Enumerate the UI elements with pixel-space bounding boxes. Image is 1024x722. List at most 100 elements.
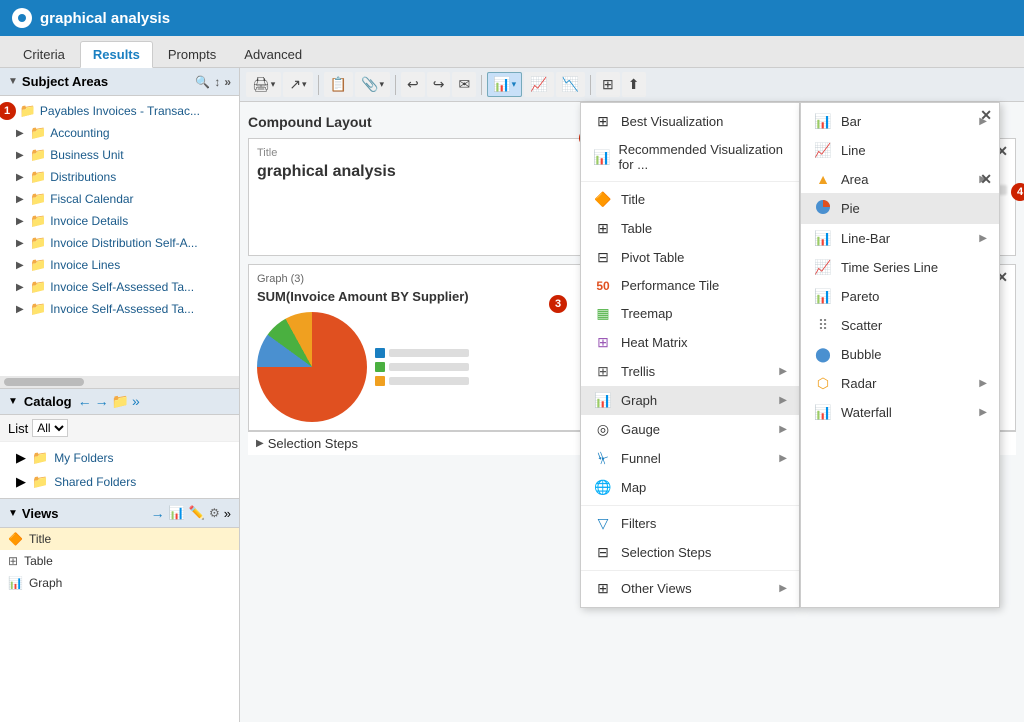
tree-item-distributions[interactable]: ▶ 📁 Distributions bbox=[0, 166, 239, 188]
dropdown-item-graph[interactable]: 📊 Graph ▶ bbox=[581, 386, 799, 415]
catalog-item-shared[interactable]: ▶ 📁 Shared Folders bbox=[0, 470, 239, 494]
submenu-linebar[interactable]: 📊 Line-Bar ▶ bbox=[801, 224, 999, 253]
selection-steps-label: Selection Steps bbox=[268, 436, 358, 451]
views-expand-icon[interactable]: » bbox=[224, 506, 231, 521]
expand-sel-steps[interactable]: ▶ bbox=[256, 438, 264, 449]
timeseries-icon: 📈 bbox=[813, 259, 833, 276]
graph-arrow-icon: ▶ bbox=[779, 395, 787, 406]
print-button[interactable]: 🖨▾ bbox=[246, 72, 281, 97]
tab-prompts[interactable]: Prompts bbox=[155, 41, 229, 67]
views-more-icon[interactable]: ⚙ bbox=[209, 506, 220, 520]
accounting-label: Accounting bbox=[50, 126, 109, 140]
best-vis-icon: ⊞ bbox=[593, 113, 613, 130]
tab-results[interactable]: Results bbox=[80, 41, 153, 68]
email-button[interactable]: ✉ bbox=[452, 72, 476, 97]
catalog-expand-icon[interactable]: » bbox=[132, 393, 140, 410]
tree-item-business-unit[interactable]: ▶ 📁 Business Unit bbox=[0, 144, 239, 166]
submenu-bar[interactable]: 📊 Bar ▶ bbox=[801, 107, 999, 136]
tree-item-inv-self2[interactable]: ▶ 📁 Invoice Self-Assessed Ta... bbox=[0, 298, 239, 320]
pareto-label: Pareto bbox=[841, 289, 879, 304]
submenu-line[interactable]: 📈 Line bbox=[801, 136, 999, 165]
subject-scrollbar[interactable] bbox=[0, 376, 239, 388]
catalog-back-icon[interactable]: ← bbox=[78, 393, 92, 410]
submenu-pie[interactable]: Pie bbox=[801, 193, 999, 224]
submenu-radar[interactable]: ⬡ Radar ▶ bbox=[801, 369, 999, 398]
tree-item-inv-self1[interactable]: ▶ 📁 Invoice Self-Assessed Ta... bbox=[0, 276, 239, 298]
submenu-close-2[interactable]: ✕ bbox=[977, 171, 995, 188]
dropdown-item-pivot[interactable]: ⊟ Pivot Table bbox=[581, 243, 799, 272]
dropdown-item-other[interactable]: ⊞ Other Views ▶ bbox=[581, 574, 799, 603]
dropdown-item-heat[interactable]: ⊞ Heat Matrix bbox=[581, 328, 799, 357]
dropdown-item-trellis[interactable]: ⊞ Trellis ▶ bbox=[581, 357, 799, 386]
chart-btn3[interactable]: 📉 bbox=[556, 72, 585, 97]
catalog-item-myfolders[interactable]: ▶ 📁 My Folders bbox=[0, 446, 239, 470]
collapse-catalog-icon[interactable]: ▼ bbox=[8, 396, 18, 407]
expand-subject-icon[interactable]: » bbox=[224, 75, 231, 89]
app-title: graphical analysis bbox=[40, 10, 170, 27]
views-item-graph[interactable]: 📊 Graph bbox=[0, 572, 239, 594]
badge-4: 4 bbox=[1011, 183, 1024, 201]
tree-item-fiscal[interactable]: ▶ 📁 Fiscal Calendar bbox=[0, 188, 239, 210]
tree-item-inv-lines[interactable]: ▶ 📁 Invoice Lines bbox=[0, 254, 239, 276]
redo-button[interactable]: ↪ bbox=[427, 72, 451, 97]
add-view-dropdown[interactable]: 📎▾ bbox=[355, 72, 390, 97]
title-view-label: Title bbox=[29, 532, 51, 546]
dropdown-item-title[interactable]: 🔶 Title bbox=[581, 185, 799, 214]
chart-type-button[interactable]: 📊▾ bbox=[487, 72, 522, 97]
catalog-filter-select[interactable]: All bbox=[32, 419, 68, 437]
legend-text-1 bbox=[389, 349, 469, 357]
dropdown-item-recommended[interactable]: 📊 Recommended Visualization for ... bbox=[581, 136, 799, 178]
catalog-forward-icon[interactable]: → bbox=[95, 393, 109, 410]
refresh-button[interactable]: 📋 bbox=[324, 72, 353, 97]
submenu-area[interactable]: ▲ Area ▶ bbox=[801, 165, 999, 193]
views-item-table[interactable]: ⊞ Table bbox=[0, 550, 239, 572]
submenu-waterfall[interactable]: 📊 Waterfall ▶ bbox=[801, 398, 999, 427]
graph-view-icon: 📊 bbox=[8, 576, 23, 590]
dropdown-perf-icon: 50 bbox=[593, 279, 613, 293]
dropdown-item-best-vis[interactable]: ⊞ Best Visualization bbox=[581, 107, 799, 136]
undo-button[interactable]: ↩ bbox=[401, 72, 425, 97]
submenu-pareto[interactable]: 📊 Pareto bbox=[801, 282, 999, 311]
submenu-close-1[interactable]: ✕ bbox=[977, 107, 995, 124]
collapse-subject-icon[interactable]: ▼ bbox=[8, 76, 18, 87]
dropdown-item-table[interactable]: ⊞ Table bbox=[581, 214, 799, 243]
tree-item-inv-dist[interactable]: ▶ 📁 Invoice Distribution Self-A... bbox=[0, 232, 239, 254]
tab-advanced[interactable]: Advanced bbox=[231, 41, 315, 67]
dropdown-gauge-label: Gauge bbox=[621, 422, 660, 437]
search-subject-icon[interactable]: 🔍 bbox=[195, 75, 210, 89]
submenu-timeseries[interactable]: 📈 Time Series Line bbox=[801, 253, 999, 282]
views-add-icon[interactable]: → bbox=[151, 505, 165, 521]
submenu-bubble[interactable]: ⬤ Bubble bbox=[801, 340, 999, 369]
views-edit-icon[interactable]: ✏️ bbox=[189, 505, 205, 521]
tree-item-invoice-details[interactable]: ▶ 📁 Invoice Details bbox=[0, 210, 239, 232]
graph-submenu: ✕ 📊 Bar ▶ 📈 Line ▲ Area ▶ bbox=[800, 102, 1000, 608]
dropdown-heat-icon: ⊞ bbox=[593, 334, 613, 351]
dropdown-item-funnel[interactable]: ⏧ Funnel ▶ bbox=[581, 444, 799, 473]
sort-subject-icon[interactable]: ↕ bbox=[214, 75, 220, 89]
bubble-label: Bubble bbox=[841, 347, 881, 362]
views-item-title[interactable]: 🔶 Title bbox=[0, 528, 239, 550]
toolbar-btn-extra2[interactable]: ⬆ bbox=[622, 72, 646, 97]
folder-accounting: 📁 bbox=[30, 125, 46, 141]
chart-btn2[interactable]: 📈 bbox=[524, 72, 553, 97]
tab-criteria[interactable]: Criteria bbox=[10, 41, 78, 67]
dropdown-item-map[interactable]: 🌐 Map bbox=[581, 473, 799, 502]
dropdown-table-icon: ⊞ bbox=[593, 220, 613, 237]
export-button[interactable]: ↗▾ bbox=[283, 72, 312, 97]
collapse-views-icon[interactable]: ▼ bbox=[8, 508, 18, 519]
submenu-scatter[interactable]: ⠿ Scatter bbox=[801, 311, 999, 340]
dropdown-item-gauge[interactable]: ◎ Gauge ▶ bbox=[581, 415, 799, 444]
dropdown-filters-icon: ▽ bbox=[593, 515, 613, 532]
tree-item-accounting[interactable]: ▶ 📁 Accounting bbox=[0, 122, 239, 144]
toolbar-btn-extra1[interactable]: ⊞ bbox=[596, 72, 620, 97]
catalog-folder-icon[interactable]: 📁 bbox=[112, 393, 129, 410]
dropdown-item-perf-tile[interactable]: 50 Performance Tile bbox=[581, 272, 799, 299]
title-cell-content: graphical analysis bbox=[257, 163, 619, 181]
myfolders-label: My Folders bbox=[54, 451, 113, 465]
dropdown-treemap-icon: ▦ bbox=[593, 305, 613, 322]
dropdown-item-treemap[interactable]: ▦ Treemap bbox=[581, 299, 799, 328]
root-item-label[interactable]: Payables Invoices - Transac... bbox=[40, 104, 200, 118]
dropdown-item-filters[interactable]: ▽ Filters bbox=[581, 509, 799, 538]
views-chart-icon[interactable]: 📊 bbox=[169, 505, 185, 521]
dropdown-item-sel-steps[interactable]: ⊟ Selection Steps bbox=[581, 538, 799, 567]
